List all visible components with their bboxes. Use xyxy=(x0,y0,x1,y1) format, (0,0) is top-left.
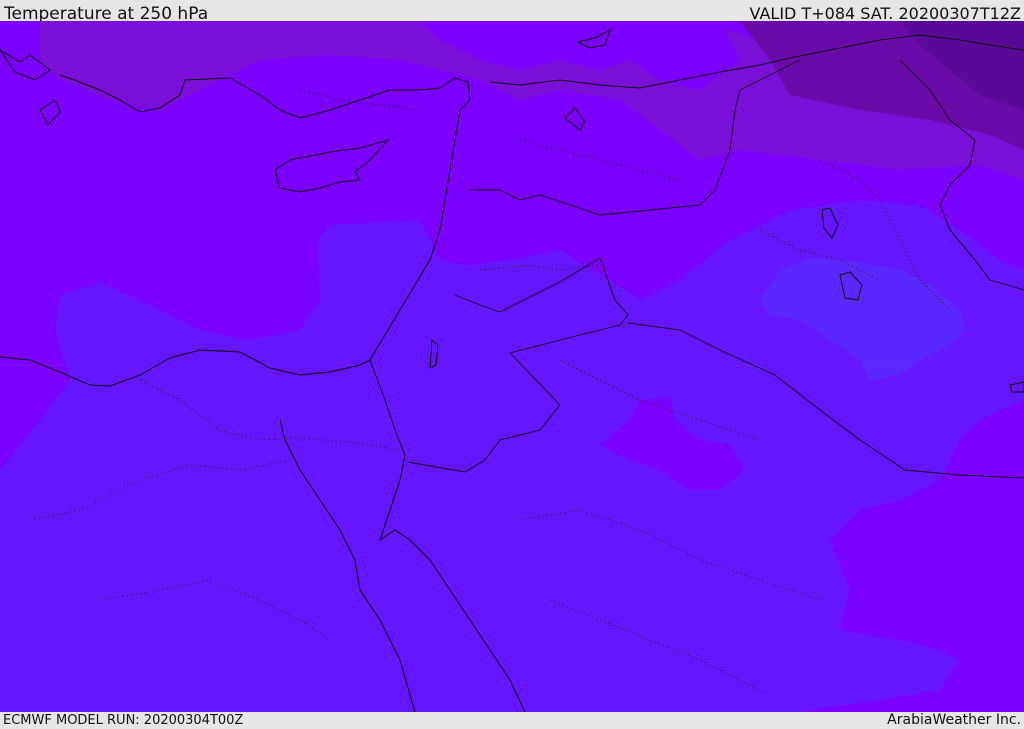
temperature-map xyxy=(0,21,1024,712)
model-run-label: ECMWF MODEL RUN: 20200304T00Z xyxy=(3,713,244,728)
header-bar: Temperature at 250 hPa VALID T+084 SAT. … xyxy=(0,0,1024,24)
credit-label: ArabiaWeather Inc. xyxy=(887,712,1021,728)
map-area[interactable] xyxy=(0,21,1024,712)
footer-bar: ECMWF MODEL RUN: 20200304T00Z ArabiaWeat… xyxy=(0,712,1024,729)
